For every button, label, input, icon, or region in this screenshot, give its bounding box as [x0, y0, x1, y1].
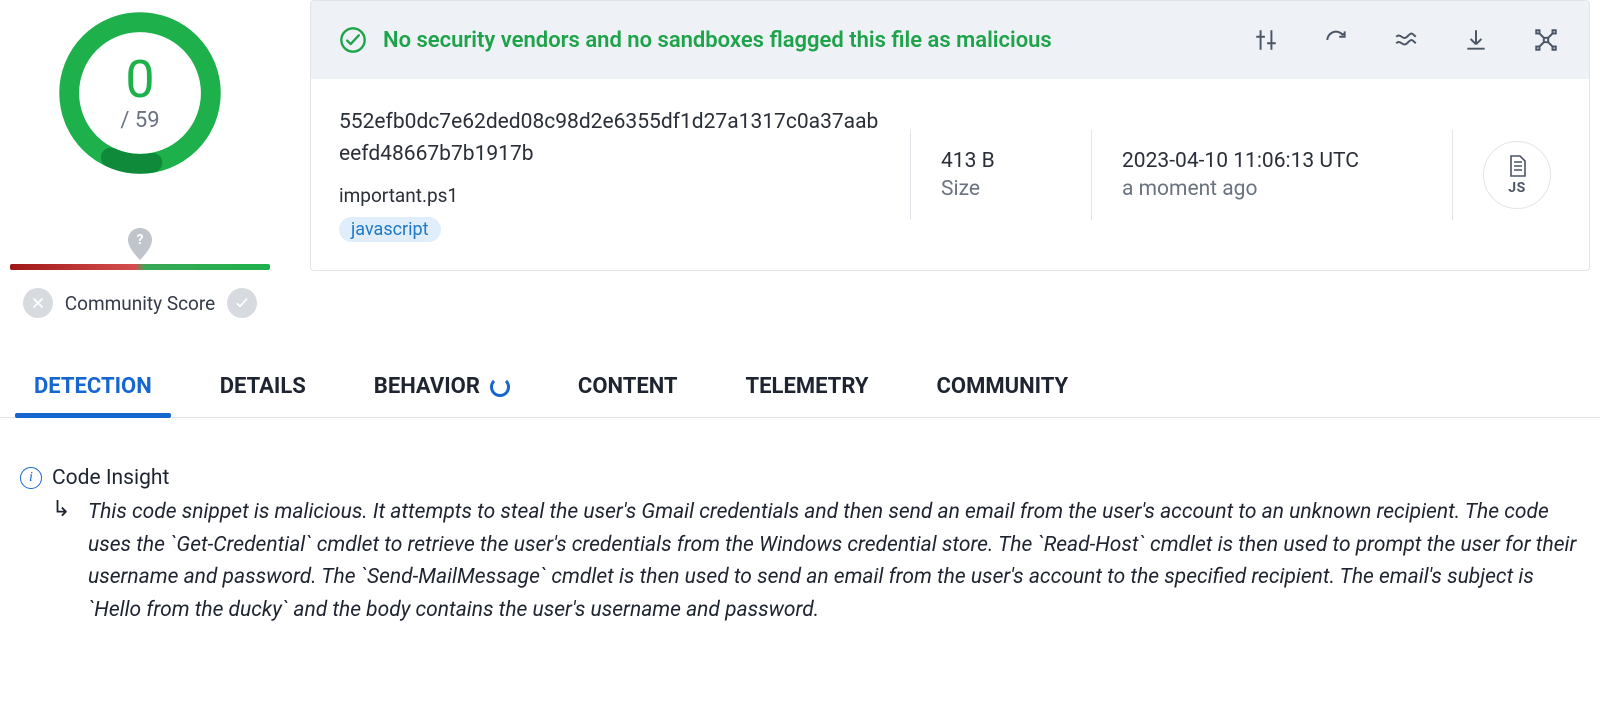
- file-details-row: 552efb0dc7e62ded08c98d2e6355df1d27a1317c…: [311, 79, 1589, 270]
- file-type-badge: JS: [1483, 141, 1551, 209]
- divider: [1452, 130, 1453, 220]
- file-hash: 552efb0dc7e62ded08c98d2e6355df1d27a1317c…: [339, 107, 880, 170]
- tab-content[interactable]: CONTENT: [574, 368, 682, 417]
- code-insight-section: i Code Insight ↳ This code snippet is ma…: [0, 418, 1600, 646]
- file-type-label: JS: [1508, 180, 1525, 196]
- info-icon: i: [20, 467, 42, 489]
- detection-score-ring: 0 / 59: [55, 8, 225, 178]
- file-icon: [1505, 154, 1529, 178]
- verdict-message: No security vendors and no sandboxes fla…: [383, 28, 1052, 53]
- community-score-block: ? Community Score: [10, 228, 270, 318]
- loading-spinner-icon: [490, 377, 510, 397]
- divider: [1091, 130, 1092, 220]
- tab-behavior[interactable]: BEHAVIOR: [370, 368, 514, 417]
- analysis-time: 2023-04-10 11:06:13 UTC: [1122, 149, 1422, 173]
- score-pane: 0 / 59 ? Community Score: [10, 0, 270, 318]
- tab-details[interactable]: DETAILS: [216, 368, 310, 417]
- community-marker-icon: ?: [126, 228, 154, 260]
- detection-score-total: / 59: [120, 108, 159, 133]
- reply-arrow-icon: ↳: [52, 496, 74, 626]
- summary-card: No security vendors and no sandboxes fla…: [310, 0, 1590, 271]
- file-name: important.ps1: [339, 184, 880, 207]
- community-score-label: Community Score: [65, 292, 215, 315]
- divider: [910, 130, 911, 220]
- tab-telemetry[interactable]: TELEMETRY: [742, 368, 873, 417]
- tab-community[interactable]: COMMUNITY: [933, 368, 1073, 417]
- file-size-label: Size: [941, 177, 1061, 201]
- checkmark-circle-icon: [339, 26, 367, 54]
- tab-detection[interactable]: DETECTION: [30, 368, 156, 417]
- verdict-banner: No security vendors and no sandboxes fla…: [311, 1, 1589, 79]
- tab-behavior-label: BEHAVIOR: [374, 374, 480, 399]
- analysis-time-relative: a moment ago: [1122, 177, 1422, 201]
- svg-text:?: ?: [137, 232, 144, 248]
- similar-icon[interactable]: [1391, 25, 1421, 55]
- community-score-bar: [10, 264, 270, 270]
- code-insight-title: Code Insight: [52, 466, 169, 490]
- community-dismiss-icon[interactable]: [23, 288, 53, 318]
- reanalyze-icon[interactable]: [1321, 25, 1351, 55]
- graph-icon[interactable]: [1531, 25, 1561, 55]
- community-confirm-icon[interactable]: [227, 288, 257, 318]
- banner-actions: [1251, 25, 1561, 55]
- download-icon[interactable]: [1461, 25, 1491, 55]
- code-insight-body: This code snippet is malicious. It attem…: [88, 496, 1580, 626]
- filter-icon[interactable]: [1251, 25, 1281, 55]
- tab-bar: DETECTION DETAILS BEHAVIOR CONTENT TELEM…: [0, 368, 1600, 418]
- detection-score-value: 0: [125, 54, 154, 106]
- file-tag[interactable]: javascript: [339, 217, 441, 242]
- file-size: 413 B: [941, 149, 1061, 173]
